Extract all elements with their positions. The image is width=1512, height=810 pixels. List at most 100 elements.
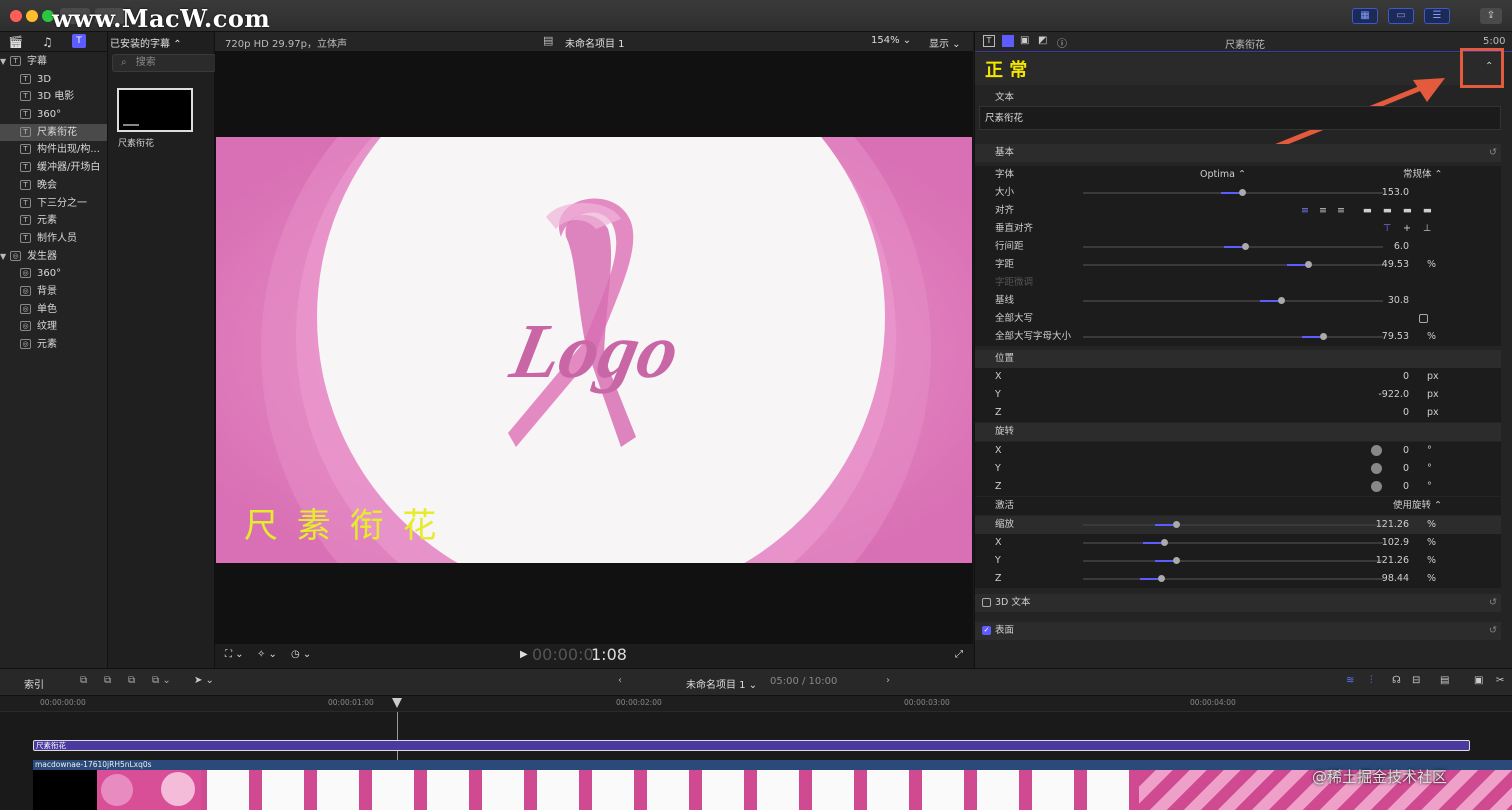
- video-clip-header[interactable]: macdownae-17610jRH5nLxq0s: [33, 760, 1512, 770]
- scale-y-slider[interactable]: [1083, 557, 1383, 564]
- rotation-x-value[interactable]: 0: [1403, 442, 1409, 460]
- titles-icon[interactable]: T: [72, 34, 86, 48]
- rotation-z-value[interactable]: 0: [1403, 478, 1409, 496]
- sidebar-item[interactable]: T 元素: [0, 212, 107, 230]
- valign-middle-icon[interactable]: +: [1403, 220, 1411, 238]
- sidebar-item[interactable]: ◎ 纹理: [0, 318, 107, 336]
- valign-bottom-icon[interactable]: ⊥: [1423, 220, 1431, 238]
- fullscreen-icon[interactable]: ⤢: [955, 649, 963, 660]
- scale-z-value[interactable]: 98.44: [1382, 570, 1409, 588]
- headphones-icon[interactable]: ☊: [1392, 675, 1401, 686]
- valign-top-icon[interactable]: ⊤: [1383, 220, 1391, 238]
- rotation-z-dial[interactable]: [1371, 481, 1382, 492]
- play-icon[interactable]: ▶: [520, 649, 528, 660]
- search-input[interactable]: ⌕ 搜索: [112, 54, 216, 72]
- zoom-dropdown[interactable]: 154% ⌄: [871, 35, 911, 46]
- sidebar-item[interactable]: T 晚会: [0, 177, 107, 195]
- tracking-value[interactable]: 49.53: [1382, 256, 1409, 274]
- sidebar-item[interactable]: ◎ 单色: [0, 301, 107, 319]
- baseline-value[interactable]: 30.8: [1388, 292, 1409, 310]
- tracking-knob[interactable]: [1305, 261, 1312, 268]
- allcaps-size-value[interactable]: 79.53: [1382, 328, 1409, 346]
- back-icon[interactable]: ‹: [618, 675, 622, 686]
- forward-icon[interactable]: ›: [886, 675, 890, 686]
- timeline-project-dropdown[interactable]: 未命名项目 1 ⌄: [686, 676, 757, 691]
- scale-knob[interactable]: [1173, 521, 1180, 528]
- inspector-toggle-icon[interactable]: ☰: [1424, 8, 1450, 24]
- font-style-dropdown[interactable]: 常规体 ⌃: [1403, 166, 1443, 184]
- sidebar-item[interactable]: T 缓冲器/开场白: [0, 159, 107, 177]
- append-clip-icon[interactable]: ⧉: [128, 675, 135, 686]
- minimize-window-button[interactable]: [26, 10, 38, 22]
- justify-full-icon[interactable]: ▬: [1423, 202, 1432, 220]
- reset-icon[interactable]: ↺: [1489, 594, 1497, 612]
- reset-icon[interactable]: ↺: [1489, 144, 1497, 162]
- rotation-y-dial[interactable]: [1371, 463, 1382, 474]
- clip-appearance-icon[interactable]: ▤: [1440, 675, 1449, 686]
- timeline-index-icon[interactable]: ▣: [1474, 675, 1483, 686]
- font-dropdown[interactable]: Optima ⌃: [1200, 166, 1246, 184]
- baseline-slider[interactable]: [1083, 297, 1383, 304]
- disclosure-triangle-icon[interactable]: ▼: [0, 53, 10, 71]
- sidebar-item[interactable]: T 3D 电影: [0, 88, 107, 106]
- audio-waveform-icon[interactable]: ≋: [1346, 675, 1354, 686]
- rotation-y-value[interactable]: 0: [1403, 460, 1409, 478]
- justify-right-icon[interactable]: ▬: [1403, 202, 1412, 220]
- sidebar-item[interactable]: T 3D: [0, 71, 107, 89]
- scale-value[interactable]: 121.26: [1376, 516, 1409, 534]
- scale-z-knob[interactable]: [1158, 575, 1165, 582]
- video-inspector-icon[interactable]: ▣: [1020, 35, 1029, 46]
- video-clip-filmstrip[interactable]: [33, 770, 1512, 810]
- skimming-icon[interactable]: ⫶: [1370, 675, 1373, 686]
- music-icon[interactable]: ♫: [42, 35, 53, 49]
- sidebar-item[interactable]: ◎ 360°: [0, 265, 107, 283]
- index-button[interactable]: 索引: [24, 676, 44, 691]
- display-dropdown[interactable]: 显示 ⌄: [929, 35, 961, 50]
- rotation-x-dial[interactable]: [1371, 445, 1382, 456]
- text-field[interactable]: 尺素衔花: [979, 106, 1501, 130]
- size-slider[interactable]: [1083, 189, 1383, 196]
- position-y-value[interactable]: -922.0: [1378, 386, 1409, 404]
- sidebar-item[interactable]: T 构件出现/构...: [0, 141, 107, 159]
- connect-clip-icon[interactable]: ⧉: [80, 675, 87, 686]
- sidebar-item[interactable]: T 下三分之一: [0, 195, 107, 213]
- sidebar-item[interactable]: T 360°: [0, 106, 107, 124]
- line-spacing-value[interactable]: 6.0: [1394, 238, 1409, 256]
- align-left-icon[interactable]: ≡: [1301, 202, 1309, 220]
- enhance-wand-icon[interactable]: ✧ ⌄: [257, 649, 277, 660]
- sidebar-item[interactable]: T 制作人员: [0, 230, 107, 248]
- surface-checkbox[interactable]: ✓: [982, 626, 991, 635]
- overwrite-clip-icon[interactable]: ⧉ ⌄: [152, 675, 171, 686]
- scale-x-knob[interactable]: [1161, 539, 1168, 546]
- effects-browser-icon[interactable]: ✂: [1496, 675, 1504, 686]
- position-z-value[interactable]: 0: [1403, 404, 1409, 422]
- sidebar-item[interactable]: ◎ 背景: [0, 283, 107, 301]
- close-window-button[interactable]: [10, 10, 22, 22]
- playhead-handle[interactable]: [392, 698, 402, 708]
- allcaps-size-slider[interactable]: [1083, 333, 1383, 340]
- size-knob[interactable]: [1239, 189, 1246, 196]
- timeline-toggle-icon[interactable]: ▭: [1388, 8, 1414, 24]
- sidebar-item[interactable]: T 尺素衔花: [0, 123, 107, 142]
- scale-x-value[interactable]: 102.9: [1382, 534, 1409, 552]
- sidebar-item[interactable]: ◎ 元素: [0, 336, 107, 354]
- position-x-value[interactable]: 0: [1403, 368, 1409, 386]
- transform-icon[interactable]: ⛶ ⌄: [225, 649, 244, 660]
- scale-z-slider[interactable]: [1083, 575, 1383, 582]
- baseline-knob[interactable]: [1278, 297, 1285, 304]
- speed-gauge-icon[interactable]: ◷ ⌄: [291, 649, 311, 660]
- title-clip[interactable]: 尺素衔花: [33, 740, 1470, 751]
- clapper-icon[interactable]: 🎬︎: [8, 35, 23, 49]
- align-center-icon[interactable]: ≡: [1319, 202, 1327, 220]
- align-right-icon[interactable]: ≡: [1337, 202, 1345, 220]
- animate-dropdown[interactable]: 使用旋转 ⌃: [1393, 497, 1442, 515]
- title-inspector-icon[interactable]: T: [983, 35, 995, 47]
- insert-clip-icon[interactable]: ⧉: [104, 675, 111, 686]
- color-inspector-icon[interactable]: ◩: [1038, 35, 1047, 46]
- size-value[interactable]: 153.0: [1382, 184, 1409, 202]
- installed-titles-dropdown[interactable]: 已安装的字幕 ⌃: [110, 35, 182, 50]
- share-icon[interactable]: ⇪: [1480, 8, 1502, 24]
- text-inspector-icon[interactable]: [1002, 35, 1014, 47]
- justify-center-icon[interactable]: ▬: [1383, 202, 1392, 220]
- sidebar-group-1[interactable]: ▼ ◎ 发生器: [0, 248, 107, 266]
